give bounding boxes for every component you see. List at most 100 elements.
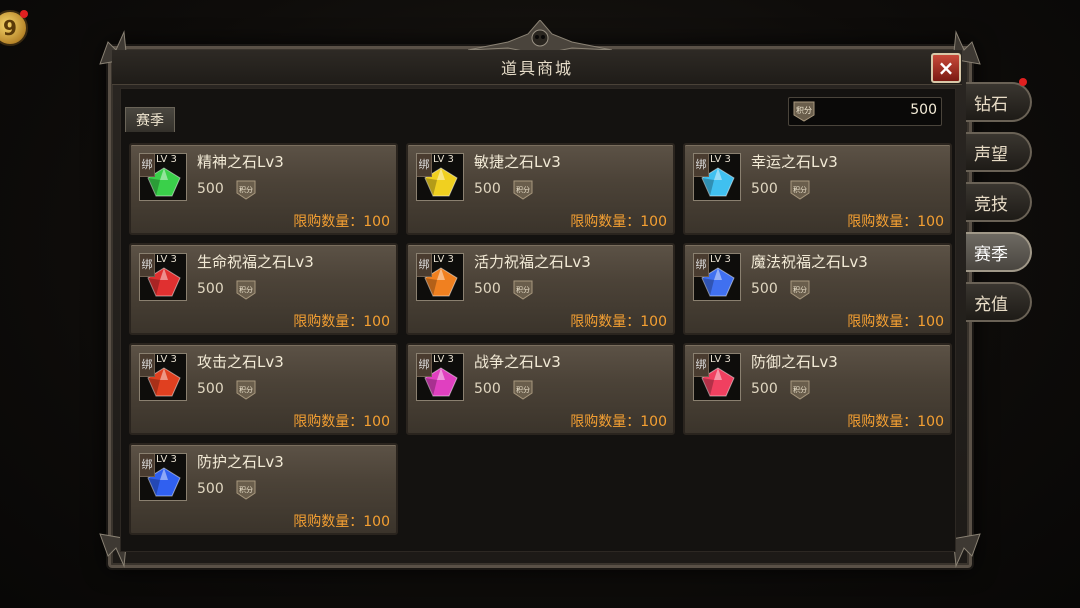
points-currency-icon: 积分 [236,380,256,400]
currency-label: 积分 [239,385,253,394]
item-icon-frame: 绑 LV 3 [139,153,187,201]
item-icon-frame: 绑 LV 3 [693,353,741,401]
bind-tag: 绑 [140,154,155,177]
level-tag: LV 3 [433,254,454,265]
shop-item-card[interactable]: 绑 LV 3 活力祝福之石Lv3 500 积分 限购数量：100 [406,243,675,335]
item-icon-frame: 绑 LV 3 [416,153,464,201]
item-name: 生命祝福之石Lv3 [197,253,314,271]
level-tag: LV 3 [710,254,731,265]
item-price: 500 [197,381,224,397]
level-tag: LV 3 [156,154,177,165]
purchase-limit: 限购数量：100 [570,414,667,430]
tab-2[interactable]: 声望 [966,132,1032,172]
tab-label: 声望 [974,144,1008,165]
purchase-limit: 限购数量：100 [570,314,667,330]
shop-item-card[interactable]: 绑 LV 3 生命祝福之石Lv3 500 积分 限购数量：100 [129,243,398,335]
item-name: 战争之石Lv3 [474,353,561,371]
bind-tag: 绑 [694,254,709,277]
close-button[interactable]: × [931,53,961,83]
tab-3[interactable]: 竞技 [966,182,1032,222]
item-name: 幸运之石Lv3 [751,153,838,171]
purchase-limit: 限购数量：100 [847,314,944,330]
notification-badge[interactable]: 9 [0,10,28,46]
tab-label: 钻石 [974,94,1008,115]
currency-label: 积分 [793,185,807,194]
item-price: 500 [197,481,224,497]
item-icon-frame: 绑 LV 3 [693,153,741,201]
item-name: 精神之石Lv3 [197,153,284,171]
tab-notice-dot [1019,78,1027,86]
bind-tag: 绑 [417,154,432,177]
tab-label: 竞技 [974,194,1008,215]
item-icon-frame: 绑 LV 3 [416,253,464,301]
points-currency-icon: 积分 [513,180,533,200]
points-value: 500 [910,102,937,118]
currency-label: 积分 [516,185,530,194]
points-currency-icon: 积分 [236,180,256,200]
item-icon-frame: 绑 LV 3 [139,353,187,401]
bind-tag: 绑 [417,354,432,377]
currency-label: 积分 [793,285,807,294]
level-tag: LV 3 [156,354,177,365]
item-price: 500 [751,181,778,197]
item-icon-frame: 绑 LV 3 [139,253,187,301]
level-tag: LV 3 [433,354,454,365]
points-currency-icon: 积分 [790,180,810,200]
purchase-limit: 限购数量：100 [293,514,390,530]
shop-item-card[interactable]: 绑 LV 3 攻击之石Lv3 500 积分 限购数量：100 [129,343,398,435]
points-currency-icon: 积分 [790,380,810,400]
bind-tag: 绑 [417,254,432,277]
level-tag: LV 3 [433,154,454,165]
item-name: 攻击之石Lv3 [197,353,284,371]
points-icon-label: 积分 [796,105,812,115]
badge-count: 9 [3,16,17,40]
points-currency-icon: 积分 [513,380,533,400]
bind-tag: 绑 [140,454,155,477]
season-filter-label: 赛季 [125,107,175,132]
item-name: 防御之石Lv3 [751,353,838,371]
shop-item-card[interactable]: 绑 LV 3 魔法祝福之石Lv3 500 积分 限购数量：100 [683,243,952,335]
tab-label: 赛季 [974,244,1008,265]
points-currency-icon: 积分 [790,280,810,300]
shop-item-card[interactable]: 绑 LV 3 敏捷之石Lv3 500 积分 限购数量：100 [406,143,675,235]
item-price: 500 [474,381,501,397]
purchase-limit: 限购数量：100 [293,314,390,330]
shop-item-card[interactable]: 绑 LV 3 精神之石Lv3 500 积分 限购数量：100 [129,143,398,235]
level-tag: LV 3 [710,354,731,365]
item-price: 500 [474,181,501,197]
window-title: 道具商城 [500,59,573,78]
currency-label: 积分 [516,285,530,294]
shop-item-card[interactable]: 绑 LV 3 战争之石Lv3 500 积分 限购数量：100 [406,343,675,435]
bind-tag: 绑 [140,254,155,277]
item-price: 500 [474,281,501,297]
points-currency-icon: 积分 [513,280,533,300]
tab-1[interactable]: 钻石 [966,82,1032,122]
item-price: 500 [197,281,224,297]
level-tag: LV 3 [710,154,731,165]
notice-dot [20,10,28,18]
currency-label: 积分 [239,485,253,494]
tab-4[interactable]: 赛季 [966,232,1032,272]
bind-tag: 绑 [694,354,709,377]
points-currency-icon: 积分 [236,280,256,300]
item-icon-frame: 绑 LV 3 [693,253,741,301]
item-name: 活力祝福之石Lv3 [474,253,591,271]
purchase-limit: 限购数量：100 [293,214,390,230]
currency-label: 积分 [516,385,530,394]
item-icon-frame: 绑 LV 3 [416,353,464,401]
purchase-limit: 限购数量：100 [293,414,390,430]
shop-item-card[interactable]: 绑 LV 3 防护之石Lv3 500 积分 限购数量：100 [129,443,398,535]
level-tag: LV 3 [156,254,177,265]
tab-5[interactable]: 充值 [966,282,1032,322]
currency-label: 积分 [793,385,807,394]
item-name: 敏捷之石Lv3 [474,153,561,171]
item-icon-frame: 绑 LV 3 [139,453,187,501]
shop-item-card[interactable]: 绑 LV 3 防御之石Lv3 500 积分 限购数量：100 [683,343,952,435]
currency-label: 积分 [239,285,253,294]
shop-item-card[interactable]: 绑 LV 3 幸运之石Lv3 500 积分 限购数量：100 [683,143,952,235]
item-price: 500 [751,381,778,397]
purchase-limit: 限购数量：100 [847,214,944,230]
bind-tag: 绑 [140,354,155,377]
level-tag: LV 3 [156,454,177,465]
item-name: 魔法祝福之石Lv3 [751,253,868,271]
